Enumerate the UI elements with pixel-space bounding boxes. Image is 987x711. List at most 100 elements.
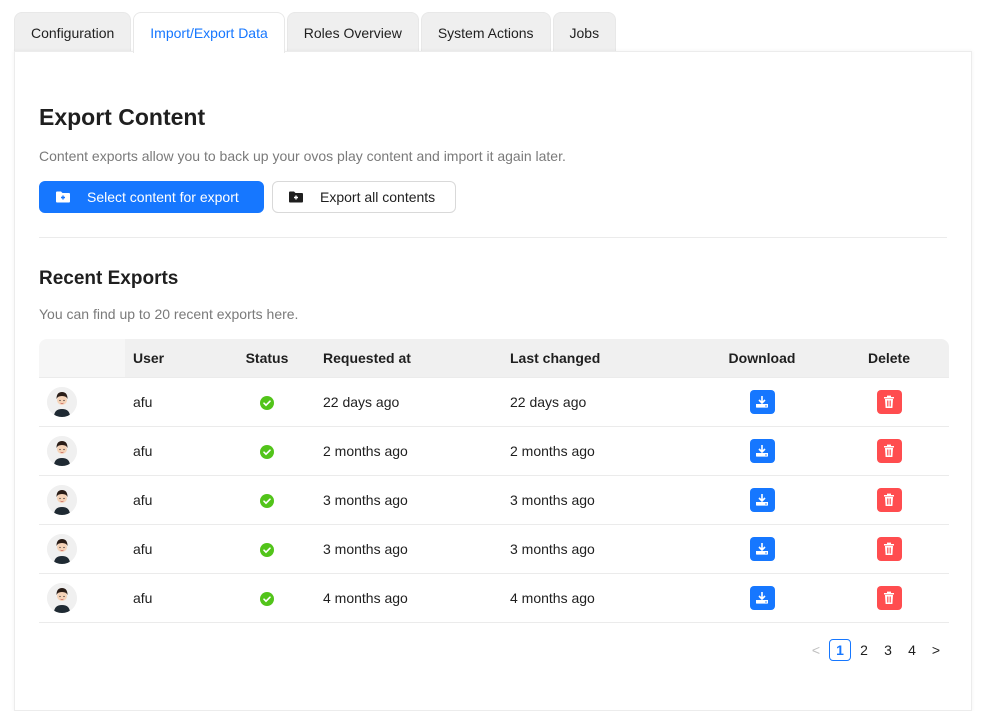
trash-icon: [881, 394, 897, 410]
last-changed-cell: 22 days ago: [502, 378, 695, 427]
download-button[interactable]: [749, 586, 775, 610]
column-header-status: Status: [219, 339, 315, 378]
delete-button[interactable]: [876, 586, 902, 610]
column-header-user: User: [125, 339, 219, 378]
export-description: Content exports allow you to back up you…: [39, 148, 566, 164]
user-cell: afu: [125, 476, 219, 525]
column-header-download: Download: [695, 339, 829, 378]
check-circle-icon: [260, 396, 274, 411]
trash-icon: [881, 590, 897, 606]
pagination-page-1[interactable]: 1: [829, 639, 851, 661]
download-cell: [695, 525, 829, 574]
check-circle-icon: [260, 494, 274, 509]
requested-at-cell: 2 months ago: [315, 427, 502, 476]
user-cell: afu: [125, 378, 219, 427]
column-header-avatar: [39, 339, 125, 378]
download-button[interactable]: [749, 390, 775, 414]
trash-icon: [881, 541, 897, 557]
check-circle-icon: [260, 592, 274, 607]
table-row: afu 3 months ago 3 months ago: [39, 476, 949, 525]
table-row: afu 4 months ago 4 months ago: [39, 574, 949, 623]
tab-configuration[interactable]: Configuration: [14, 12, 132, 52]
delete-cell: [829, 476, 949, 525]
download-icon: [754, 492, 770, 508]
tab-import-export-data[interactable]: Import/Export Data: [133, 12, 285, 53]
download-cell: [695, 378, 829, 427]
avatar: [47, 534, 77, 564]
folder-add-icon: [55, 189, 71, 205]
pagination-next-button[interactable]: >: [925, 639, 947, 661]
table-header-row: User Status Requested at Last changed Do…: [39, 339, 949, 378]
last-changed-cell: 4 months ago: [502, 574, 695, 623]
user-cell: afu: [125, 427, 219, 476]
last-changed-cell: 3 months ago: [502, 476, 695, 525]
avatar-cell: [39, 476, 125, 525]
requested-at-cell: 3 months ago: [315, 525, 502, 574]
avatar-cell: [39, 574, 125, 623]
column-header-delete: Delete: [829, 339, 949, 378]
folder-add-icon: [288, 189, 304, 205]
pagination-page-2[interactable]: 2: [853, 639, 875, 661]
delete-cell: [829, 427, 949, 476]
avatar-cell: [39, 427, 125, 476]
trash-icon: [881, 443, 897, 459]
delete-button[interactable]: [876, 537, 902, 561]
pagination: < 1 2 3 4 >: [805, 639, 947, 661]
select-content-for-export-button[interactable]: Select content for export: [39, 181, 264, 213]
table-row: afu 2 months ago 2 months ago: [39, 427, 949, 476]
avatar-cell: [39, 525, 125, 574]
download-cell: [695, 476, 829, 525]
column-header-last-changed: Last changed: [502, 339, 695, 378]
status-cell: [219, 427, 315, 476]
download-button[interactable]: [749, 537, 775, 561]
avatar-cell: [39, 378, 125, 427]
delete-button[interactable]: [876, 390, 902, 414]
export-all-label: Export all contents: [320, 189, 436, 205]
delete-cell: [829, 378, 949, 427]
download-button[interactable]: [749, 439, 775, 463]
recent-exports-description: You can find up to 20 recent exports her…: [39, 306, 299, 322]
check-circle-icon: [260, 445, 274, 460]
pagination-page-4[interactable]: 4: [901, 639, 923, 661]
last-changed-cell: 3 months ago: [502, 525, 695, 574]
avatar: [47, 436, 77, 466]
table-row: afu 22 days ago 22 days ago: [39, 378, 949, 427]
export-content-title: Export Content: [39, 104, 206, 130]
trash-icon: [881, 492, 897, 508]
pagination-page-3[interactable]: 3: [877, 639, 899, 661]
tab-jobs[interactable]: Jobs: [552, 12, 617, 52]
user-cell: afu: [125, 525, 219, 574]
pagination-prev-button[interactable]: <: [805, 639, 827, 661]
recent-exports-table: User Status Requested at Last changed Do…: [39, 339, 949, 623]
download-cell: [695, 574, 829, 623]
last-changed-cell: 2 months ago: [502, 427, 695, 476]
avatar: [47, 485, 77, 515]
export-all-contents-button[interactable]: Export all contents: [272, 181, 456, 213]
delete-button[interactable]: [876, 439, 902, 463]
delete-cell: [829, 574, 949, 623]
download-cell: [695, 427, 829, 476]
column-header-requested-at: Requested at: [315, 339, 502, 378]
tab-bar: Configuration Import/Export Data Roles O…: [14, 12, 617, 53]
status-cell: [219, 378, 315, 427]
requested-at-cell: 4 months ago: [315, 574, 502, 623]
recent-exports-title: Recent Exports: [39, 268, 179, 289]
requested-at-cell: 22 days ago: [315, 378, 502, 427]
delete-cell: [829, 525, 949, 574]
requested-at-cell: 3 months ago: [315, 476, 502, 525]
status-cell: [219, 574, 315, 623]
tab-roles-overview[interactable]: Roles Overview: [286, 12, 419, 52]
download-button[interactable]: [749, 488, 775, 512]
tab-system-actions[interactable]: System Actions: [420, 12, 551, 52]
user-cell: afu: [125, 574, 219, 623]
select-content-label: Select content for export: [87, 189, 239, 205]
download-icon: [754, 394, 770, 410]
delete-button[interactable]: [876, 488, 902, 512]
status-cell: [219, 476, 315, 525]
status-cell: [219, 525, 315, 574]
download-icon: [754, 590, 770, 606]
tab-panel: Export Content Content exports allow you…: [14, 51, 972, 711]
download-icon: [754, 541, 770, 557]
download-icon: [754, 443, 770, 459]
avatar: [47, 387, 77, 417]
